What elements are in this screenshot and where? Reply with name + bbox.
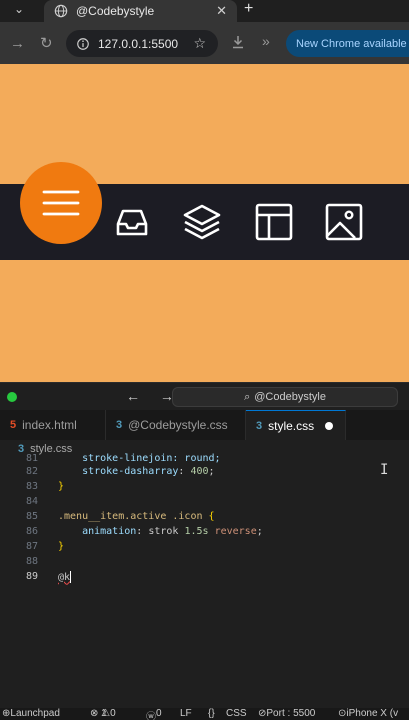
hamburger-menu-icon — [42, 190, 80, 216]
close-tab-icon[interactable]: ✕ — [216, 3, 227, 19]
menu-item-inbox[interactable] — [110, 200, 154, 244]
chrome-update-button[interactable]: New Chrome available — [286, 30, 409, 57]
line-number: 87 — [25, 541, 38, 552]
globe-icon — [54, 4, 68, 18]
code-line: 84 — [0, 494, 409, 509]
page-viewport — [0, 64, 409, 382]
tab-label: style.css — [268, 418, 315, 433]
menu-item-active-hamburger[interactable] — [20, 162, 102, 244]
line-number: 82 — [25, 466, 38, 477]
code-text: animation: strok 1.5s reverse; — [58, 526, 263, 537]
code-line: 85 .menu__item.active .icon { — [0, 509, 409, 524]
code-text: } — [58, 541, 65, 552]
browser-tab[interactable]: @Codebystyle ✕ — [44, 0, 237, 22]
code-line: 88 — [0, 554, 409, 569]
problems-item[interactable]: ⊗ 1 ⚠ 0 — [90, 708, 116, 719]
browser-tab-title: @Codebystyle — [76, 4, 155, 18]
css-file-icon: 3 — [116, 419, 123, 431]
line-number: 85 — [25, 511, 38, 522]
tab-label: @Codebystyle.css — [128, 418, 228, 432]
line-number: 83 — [25, 481, 38, 492]
ports-info-item[interactable]: ⓦ 0 — [146, 708, 162, 720]
command-center[interactable]: ⌕ @Codebystyle — [172, 387, 398, 407]
device-item[interactable]: ⊙ iPhone X (v — [338, 708, 398, 719]
line-number: 81 — [25, 453, 38, 464]
line-number: 86 — [25, 526, 38, 537]
code-editor[interactable]: I 81 stroke-linejoin: round; 82 stroke-d… — [0, 453, 409, 708]
tab-label: index.html — [22, 418, 77, 432]
layers-icon — [183, 204, 221, 240]
code-text: stroke-dasharray: 400; — [58, 466, 215, 477]
tab-index-html[interactable]: 5 index.html — [0, 410, 106, 440]
code-line: 83 } — [0, 479, 409, 494]
language-mode-item[interactable]: CSS — [226, 708, 247, 719]
download-icon[interactable] — [230, 34, 246, 50]
code-text: stroke-linejoin: round; — [58, 453, 221, 464]
tab-codebystyle-css[interactable]: 3 @Codebystyle.css — [106, 410, 246, 440]
toolbar-overflow-icon[interactable]: » — [262, 33, 270, 49]
html-file-icon: 5 — [10, 419, 17, 431]
site-info-icon[interactable] — [76, 37, 90, 51]
code-line: 86 animation: strok 1.5s reverse; — [0, 524, 409, 539]
address-url: 127.0.0.1:5500 — [98, 36, 179, 51]
line-number: 84 — [25, 496, 38, 507]
css-file-icon: 3 — [256, 419, 263, 432]
line-number: 89 — [25, 571, 38, 582]
code-line: 87 } — [0, 539, 409, 554]
inbox-tray-icon — [116, 209, 148, 236]
braces-item[interactable]: {} — [208, 708, 215, 719]
live-server-port-item[interactable]: ⊘ Port : 5500 — [258, 708, 315, 719]
unsaved-dot-icon[interactable] — [325, 422, 333, 430]
editor-tabs: 5 index.html 3 @Codebystyle.css 3 style.… — [0, 410, 409, 440]
eol-item[interactable]: LF — [180, 708, 192, 719]
code-line: 82 stroke-dasharray: 400; — [0, 464, 409, 479]
code-text: @k — [58, 570, 72, 583]
code-line-current: 89 @k — [0, 569, 409, 584]
vscode-titlebar: ← → ⌕ @Codebystyle — [0, 382, 409, 410]
window-zoom-button[interactable] — [7, 392, 17, 402]
browser-toolbar: → ↻ 127.0.0.1:5500 ☆ » New Chrome availa… — [0, 22, 409, 64]
menu-item-layout[interactable] — [252, 200, 296, 244]
command-center-label: @Codebystyle — [254, 391, 326, 403]
layout-panel-icon — [255, 203, 293, 241]
search-icon: ⌕ — [244, 390, 251, 403]
reload-icon[interactable]: ↻ — [40, 34, 53, 52]
new-tab-icon[interactable]: + — [244, 0, 253, 18]
launchpad-item[interactable]: ⊕ Launchpad — [2, 708, 60, 719]
tab-style-css[interactable]: 3 style.css — [246, 410, 346, 440]
bookmark-star-icon[interactable]: ☆ — [193, 35, 206, 52]
tab-search-chevron-icon[interactable]: ⌄ — [14, 2, 24, 16]
code-text: .menu__item.active .icon { — [58, 511, 215, 522]
image-icon — [325, 203, 363, 241]
browser-tab-strip: ⌄ @Codebystyle ✕ + — [0, 0, 409, 22]
menu-item-image[interactable] — [322, 200, 366, 244]
menu-item-layers[interactable] — [180, 200, 224, 244]
code-text: } — [58, 481, 65, 492]
forward-arrow-icon[interactable]: → — [10, 35, 25, 52]
text-caret — [70, 570, 72, 583]
address-bar[interactable]: 127.0.0.1:5500 ☆ — [66, 30, 218, 57]
status-bar: ⊕ Launchpad ⊗ 1 ⚠ 0 ⓦ 0 LF {} CSS ⊘ Port… — [0, 708, 409, 720]
line-number: 88 — [25, 556, 38, 567]
